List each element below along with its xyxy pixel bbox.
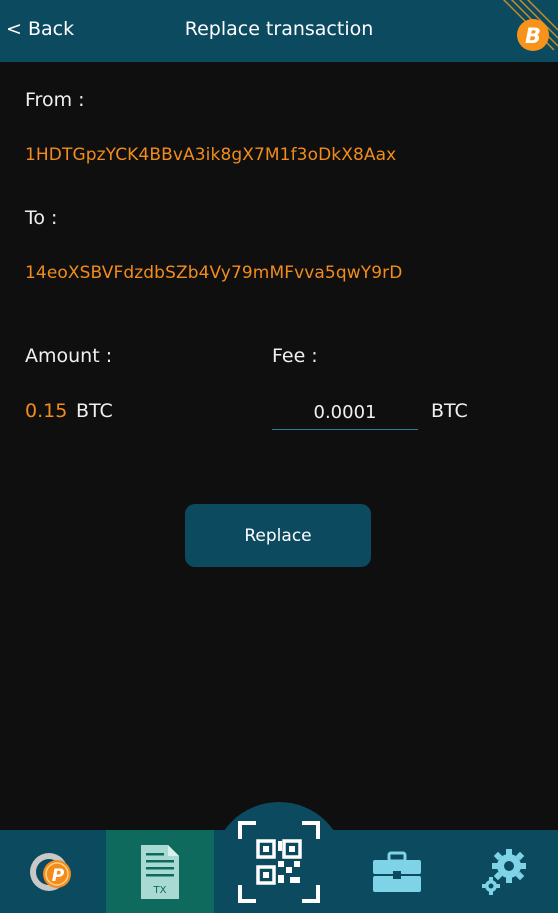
to-address: 14eoXSBVFdzdbSZb4Vy79mMFvva5qwY9rD — [25, 263, 403, 283]
amount-value: 0.15 — [25, 400, 68, 422]
page-title: Replace transaction — [184, 18, 374, 40]
app-header: < Back Replace transaction B — [0, 0, 558, 62]
amount-unit: BTC — [76, 400, 113, 422]
settings-gears-icon — [482, 848, 526, 895]
nav-tools[interactable] — [344, 830, 450, 913]
bitcoin-icon: B — [502, 0, 558, 51]
svg-text:P: P — [52, 866, 65, 886]
from-label: From : — [25, 89, 85, 111]
fee-label: Fee : — [272, 345, 318, 367]
nav-settings[interactable] — [452, 830, 558, 913]
wallet-p-coin-icon: P — [30, 852, 71, 891]
svg-text:B: B — [525, 24, 541, 48]
toolbox-icon — [373, 851, 421, 892]
fee-input[interactable] — [272, 396, 418, 430]
replace-button[interactable]: Replace — [185, 504, 371, 567]
nav-wallet[interactable]: P — [0, 830, 106, 913]
to-label: To : — [25, 207, 58, 229]
tx-badge: TX — [153, 885, 167, 896]
nav-transactions[interactable]: TX — [106, 830, 214, 913]
fee-unit: BTC — [431, 400, 468, 422]
amount-label: Amount : — [25, 345, 113, 367]
transactions-doc-icon: TX — [141, 844, 179, 899]
qr-scan-icon — [238, 821, 320, 903]
nav-scan[interactable] — [226, 812, 332, 912]
from-address: 1HDTGpzYCK4BBvA3ik8gX7M1f3oDkX8Aax — [25, 145, 397, 165]
